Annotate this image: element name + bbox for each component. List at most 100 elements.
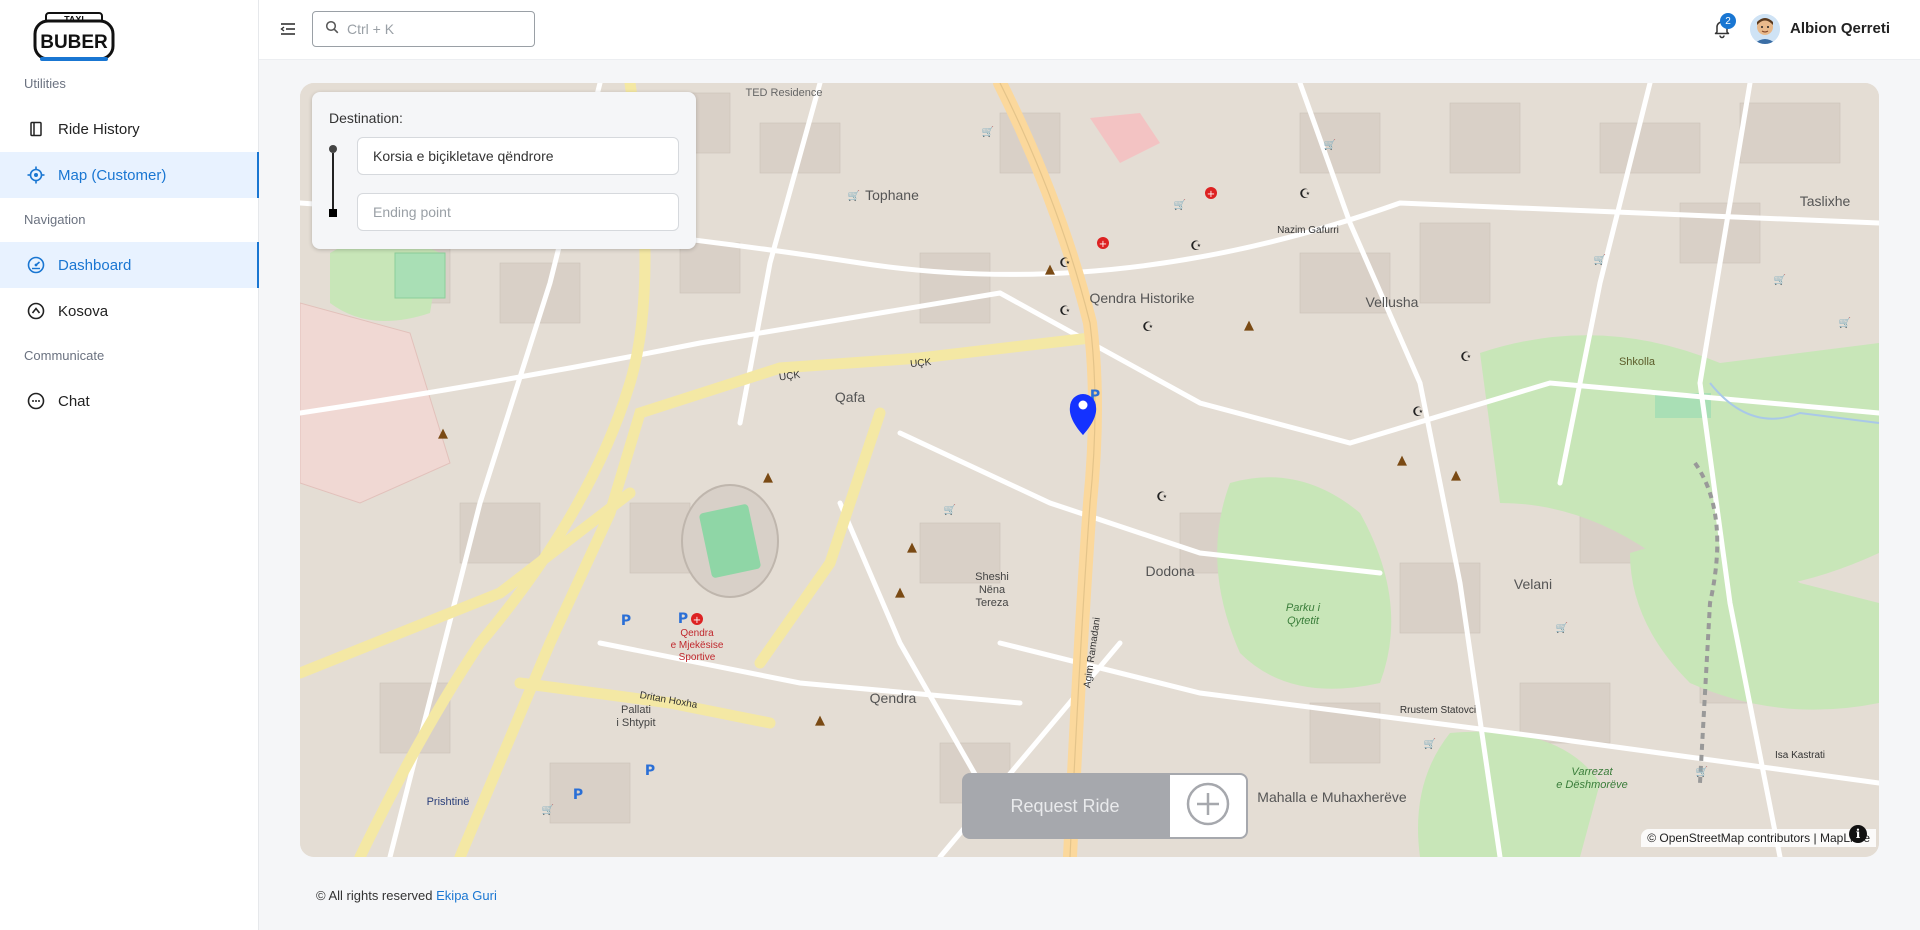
map-label-prishtine: Prishtinë bbox=[427, 796, 470, 808]
svg-text:☪: ☪ bbox=[1190, 239, 1202, 254]
map-label-shkolla: Shkolla bbox=[1619, 356, 1656, 368]
compass-icon bbox=[26, 301, 46, 321]
svg-text:🛒: 🛒 bbox=[944, 503, 956, 516]
map-label-pallati-1: Pallati bbox=[621, 704, 651, 716]
svg-text:☪: ☪ bbox=[1299, 187, 1311, 202]
map-label-mahalla: Mahalla e Muhaxherëve bbox=[1257, 789, 1407, 805]
route-end-square-icon bbox=[329, 209, 337, 217]
add-stop-button[interactable] bbox=[1168, 773, 1248, 839]
map-label-parku-1: Parku i bbox=[1286, 602, 1321, 614]
map-label-parku-2: Qytetit bbox=[1287, 615, 1320, 627]
svg-text:🛒: 🛒 bbox=[1324, 138, 1336, 151]
sidebar-item-label: Ride History bbox=[58, 120, 140, 138]
map-label-sheshi-3: Tereza bbox=[975, 597, 1009, 609]
top-bar: 2 Albion Qerreti bbox=[259, 0, 1920, 60]
footer-link[interactable]: Ekipa Guri bbox=[436, 888, 497, 903]
map-label-sheshi-2: Nëna bbox=[979, 584, 1006, 596]
svg-text:P: P bbox=[678, 611, 688, 627]
map-label-velani: Velani bbox=[1514, 576, 1552, 592]
svg-text:☪: ☪ bbox=[1460, 350, 1472, 365]
svg-text:🛒: 🛒 bbox=[1839, 316, 1851, 329]
route-start-dot-icon bbox=[329, 145, 337, 153]
svg-text:▲: ▲ bbox=[1244, 318, 1254, 333]
destination-panel: Destination: bbox=[312, 92, 696, 249]
svg-text:🛒: 🛒 bbox=[1556, 621, 1568, 634]
ending-point-input[interactable] bbox=[357, 193, 679, 231]
sidebar-item-label: Kosova bbox=[58, 302, 109, 320]
search-box[interactable] bbox=[312, 11, 535, 47]
svg-text:+: + bbox=[693, 615, 701, 626]
avatar[interactable] bbox=[1750, 14, 1780, 44]
start-point-input[interactable] bbox=[357, 137, 679, 175]
svg-text:☪: ☪ bbox=[1412, 405, 1424, 420]
nav-group-utilities: Utilities bbox=[24, 76, 66, 91]
road-label-isa: Isa Kastrati bbox=[1775, 750, 1825, 761]
map-attribution: © OpenStreetMap contributors | MapLibre bbox=[1641, 829, 1876, 847]
map-label-qendra-historike: Qendra Historike bbox=[1089, 290, 1194, 306]
search-input[interactable] bbox=[347, 21, 527, 37]
svg-text:☪: ☪ bbox=[1059, 256, 1071, 271]
nav-group-communicate: Communicate bbox=[24, 348, 105, 363]
request-ride-button[interactable]: Request Ride bbox=[962, 773, 1168, 839]
svg-text:▲: ▲ bbox=[1397, 453, 1407, 468]
sidebar-item-ride-history[interactable]: Ride History bbox=[0, 106, 259, 152]
footer-text: © All rights reserved bbox=[316, 888, 433, 903]
svg-text:P: P bbox=[645, 763, 655, 779]
svg-text:🛒: 🛒 bbox=[1174, 198, 1186, 211]
map-label-sheshi-1: Sheshi bbox=[975, 571, 1009, 583]
buber-logo[interactable]: TAXI BUBER bbox=[32, 10, 116, 64]
search-icon bbox=[325, 20, 339, 39]
svg-text:☪: ☪ bbox=[1156, 490, 1168, 505]
map-label-taslixhe: Taslixhe bbox=[1800, 193, 1851, 209]
user-name[interactable]: Albion Qerreti bbox=[1790, 20, 1890, 37]
sidebar-item-label: Chat bbox=[58, 392, 90, 410]
road-label-nazim: Nazim Gafurri bbox=[1277, 225, 1339, 236]
map-label-mjekesise-3: Sportive bbox=[679, 652, 716, 663]
svg-text:☪: ☪ bbox=[1059, 304, 1071, 319]
svg-text:🛒: 🛒 bbox=[982, 125, 994, 138]
svg-text:☪: ☪ bbox=[1142, 320, 1154, 335]
map-label-pallati-2: i Shtypit bbox=[616, 717, 655, 729]
map-label-ted: TED Residence bbox=[745, 87, 822, 99]
sidebar-item-chat[interactable]: Chat bbox=[0, 378, 259, 424]
menu-collapse-icon[interactable] bbox=[277, 18, 299, 40]
chat-icon bbox=[26, 391, 46, 411]
logo-taxi-text: TAXI bbox=[64, 15, 84, 25]
request-ride-group: Request Ride bbox=[962, 773, 1248, 839]
svg-text:▲: ▲ bbox=[438, 426, 448, 441]
svg-text:+: + bbox=[1099, 239, 1107, 250]
sidebar-item-label: Dashboard bbox=[58, 256, 132, 274]
svg-text:▲: ▲ bbox=[907, 540, 917, 555]
footer: © All rights reserved Ekipa Guri bbox=[316, 888, 497, 903]
road-label-uck-2: UÇK bbox=[910, 357, 932, 370]
sidebar-item-map-customer[interactable]: Map (Customer) bbox=[0, 152, 259, 198]
map-label-qendra: Qendra bbox=[870, 690, 917, 706]
sidebar-item-dashboard[interactable]: Dashboard bbox=[0, 242, 259, 288]
svg-text:🛒: 🛒 bbox=[1594, 253, 1606, 266]
sidebar: TAXI BUBER Utilities Ride History Map (C… bbox=[0, 0, 259, 930]
svg-text:▲: ▲ bbox=[1451, 468, 1461, 483]
svg-text:🛒: 🛒 bbox=[542, 803, 554, 816]
map-label-mjekesise-1: Qendra bbox=[680, 628, 714, 639]
map-label-vellusha: Vellusha bbox=[1366, 294, 1419, 310]
svg-text:🛒: 🛒 bbox=[1774, 273, 1786, 286]
svg-text:▲: ▲ bbox=[895, 585, 905, 600]
svg-text:P: P bbox=[573, 787, 583, 803]
attribution-osm-link[interactable]: © OpenStreetMap contributors bbox=[1647, 831, 1810, 845]
plus-circle-icon bbox=[1185, 781, 1231, 832]
map-label-qafa: Qafa bbox=[835, 389, 866, 405]
svg-text:+: + bbox=[1207, 189, 1215, 200]
destination-title: Destination: bbox=[329, 110, 403, 126]
info-icon[interactable]: i bbox=[1849, 825, 1867, 843]
locate-icon bbox=[26, 165, 46, 185]
route-line bbox=[332, 153, 334, 209]
sidebar-item-label: Map (Customer) bbox=[58, 166, 167, 184]
sidebar-item-kosova[interactable]: Kosova bbox=[0, 288, 259, 334]
svg-text:P: P bbox=[621, 613, 631, 629]
svg-text:🛒: 🛒 bbox=[848, 189, 860, 202]
logo-brand-text: BUBER bbox=[40, 32, 108, 53]
notification-badge: 2 bbox=[1720, 13, 1736, 29]
svg-text:🛒: 🛒 bbox=[1696, 765, 1708, 778]
svg-text:🛒: 🛒 bbox=[1424, 737, 1436, 750]
map-label-varrezat-1: Varrezat bbox=[1571, 766, 1613, 778]
